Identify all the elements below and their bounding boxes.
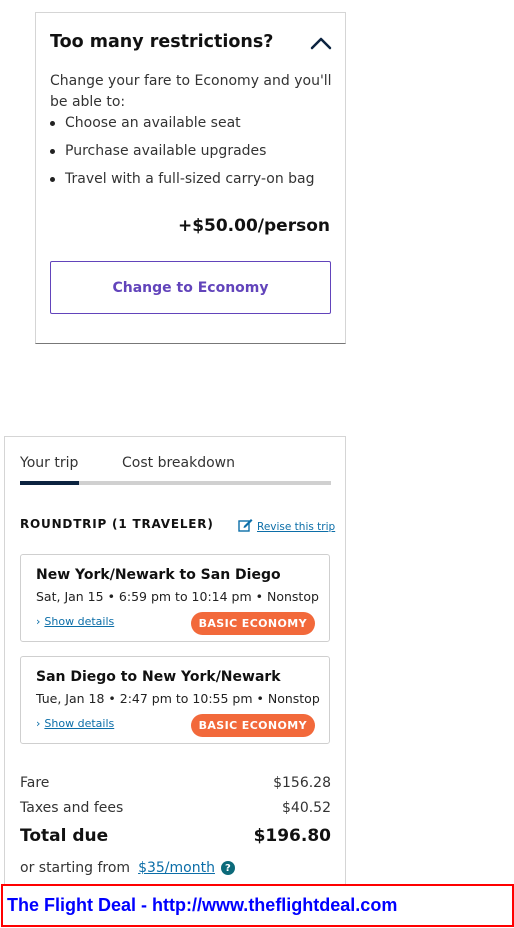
help-icon[interactable]: ? bbox=[220, 861, 235, 875]
chevron-right-icon: › bbox=[36, 717, 41, 730]
taxes-row: Taxes and fees $40.52 bbox=[20, 800, 331, 816]
trip-type-label: ROUNDTRIP (1 TRAVELER) bbox=[20, 517, 214, 531]
chevron-up-icon[interactable] bbox=[310, 35, 332, 50]
taxes-label: Taxes and fees bbox=[20, 800, 124, 816]
total-label: Total due bbox=[20, 826, 109, 846]
flight-times: Sat, Jan 15 • 6:59 pm to 10:14 pm • Nons… bbox=[36, 589, 319, 604]
flight-times: Tue, Jan 18 • 2:47 pm to 10:55 pm • Nons… bbox=[36, 691, 320, 706]
show-details-link[interactable]: › Show details bbox=[36, 717, 114, 730]
monthly-payment-link[interactable]: $35/month bbox=[138, 860, 215, 876]
edit-icon bbox=[238, 517, 257, 536]
benefit-item: Purchase available upgrades bbox=[50, 141, 315, 169]
flight-route: New York/Newark to San Diego bbox=[36, 567, 281, 583]
fare-label: Fare bbox=[20, 775, 50, 791]
trip-summary-panel: Your trip Cost breakdown ROUNDTRIP (1 TR… bbox=[4, 436, 346, 886]
upgrade-price: +$50.00/person bbox=[177, 216, 330, 236]
restrictions-title: Too many restrictions? bbox=[50, 32, 274, 52]
show-details-label: Show details bbox=[44, 615, 115, 628]
revise-trip-label: Revise this trip bbox=[257, 520, 336, 533]
flight-card-outbound: New York/Newark to San Diego Sat, Jan 15… bbox=[20, 554, 330, 642]
fare-class-badge: BASIC ECONOMY bbox=[190, 612, 315, 635]
benefit-item: Travel with a full-sized carry-on bag bbox=[50, 169, 315, 197]
financing-prefix: or starting from bbox=[20, 860, 131, 876]
watermark-text: The Flight Deal - http://www.theflightde… bbox=[7, 895, 398, 915]
fare-class-badge: BASIC ECONOMY bbox=[190, 714, 315, 737]
restrictions-panel: Too many restrictions? Change your fare … bbox=[35, 12, 346, 344]
benefits-list: Choose an available seat Purchase availa… bbox=[50, 113, 315, 197]
flight-card-return: San Diego to New York/Newark Tue, Jan 18… bbox=[20, 656, 330, 744]
taxes-value: $40.52 bbox=[282, 800, 331, 816]
chevron-right-icon: › bbox=[36, 615, 41, 628]
total-value: $196.80 bbox=[253, 826, 331, 846]
restrictions-description: Change your fare to Economy and you'll b… bbox=[50, 73, 332, 110]
benefit-item: Choose an available seat bbox=[50, 113, 315, 141]
revise-trip-link[interactable]: Revise this trip bbox=[238, 517, 335, 536]
watermark-banner: The Flight Deal - http://www.theflightde… bbox=[1, 884, 514, 927]
tab-cost-breakdown[interactable]: Cost breakdown bbox=[122, 455, 235, 471]
change-to-economy-button[interactable]: Change to Economy bbox=[50, 261, 331, 314]
tab-active-indicator bbox=[20, 481, 79, 485]
financing-row: or starting from $35/month ? bbox=[20, 860, 235, 876]
fare-row: Fare $156.28 bbox=[20, 775, 331, 791]
show-details-label: Show details bbox=[44, 717, 115, 730]
fare-value: $156.28 bbox=[273, 775, 331, 791]
flight-route: San Diego to New York/Newark bbox=[36, 669, 281, 685]
show-details-link[interactable]: › Show details bbox=[36, 615, 114, 628]
tab-your-trip[interactable]: Your trip bbox=[20, 455, 78, 471]
total-row: Total due $196.80 bbox=[20, 826, 331, 846]
